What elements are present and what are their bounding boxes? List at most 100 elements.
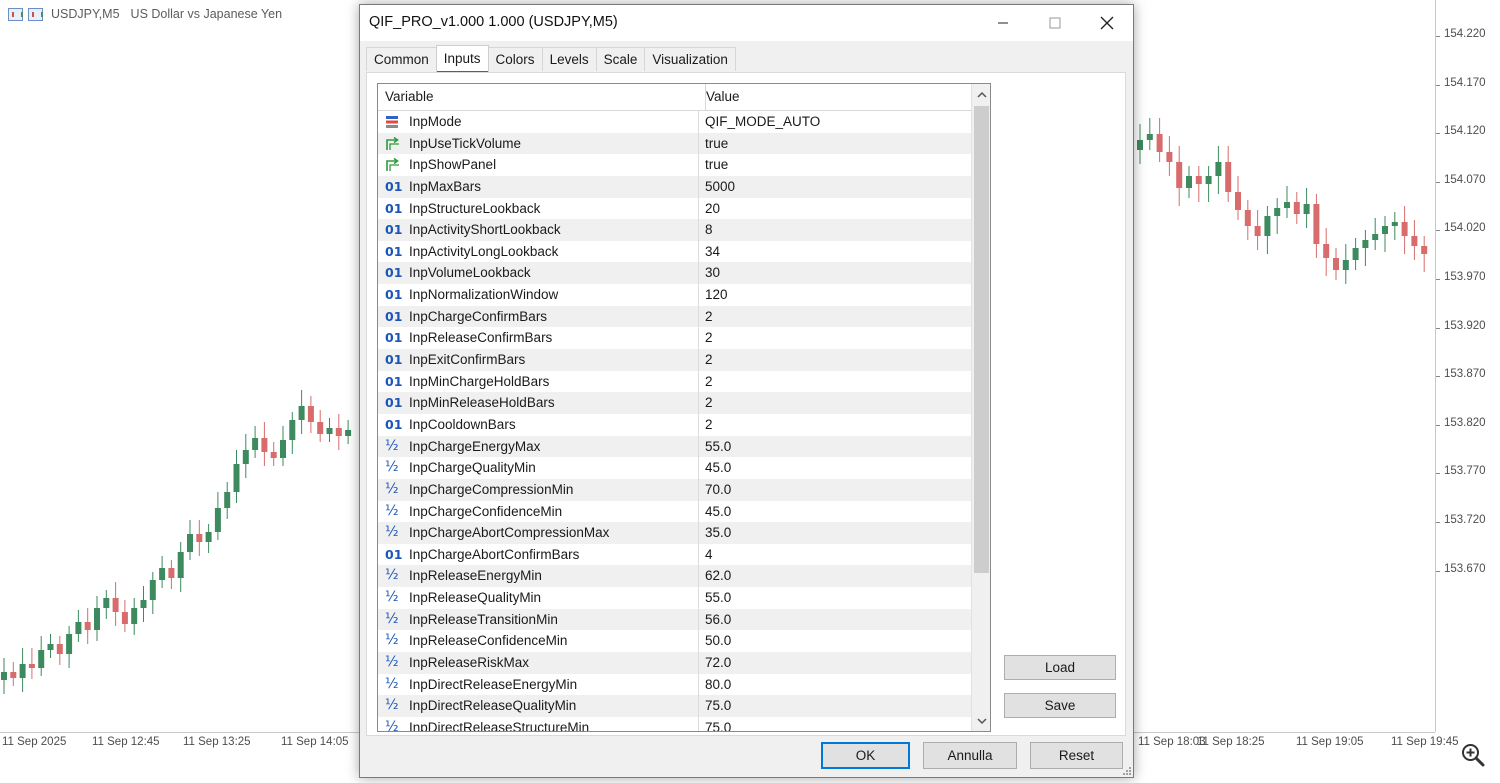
variable-value[interactable]: 45.0 <box>705 457 731 479</box>
table-row[interactable]: 01 InpReleaseConfirmBars 2 <box>378 327 972 350</box>
variable-value[interactable]: 30 <box>705 262 720 284</box>
table-row[interactable]: 01 InpChargeAbortConfirmBars 4 <box>378 543 972 566</box>
variable-value[interactable]: 4 <box>705 544 713 566</box>
variable-value[interactable]: 35.0 <box>705 522 731 544</box>
table-row[interactable]: InpShowPanel true <box>378 154 972 176</box>
tab-colors[interactable]: Colors <box>487 47 543 71</box>
variable-value[interactable]: 55.0 <box>705 436 731 458</box>
variable-value[interactable]: 56.0 <box>705 609 731 631</box>
variable-value[interactable]: 75.0 <box>705 695 731 717</box>
variable-value[interactable]: 2 <box>705 371 713 393</box>
variable-value[interactable]: 62.0 <box>705 565 731 587</box>
minimize-button[interactable] <box>977 5 1029 41</box>
tab-visualization[interactable]: Visualization <box>644 47 736 71</box>
candle <box>326 418 333 442</box>
variable-value[interactable]: 120 <box>705 284 728 306</box>
table-row[interactable]: 01 InpActivityShortLookback 8 <box>378 219 972 241</box>
column-divider <box>698 543 699 566</box>
variable-name: InpUseTickVolume <box>409 135 522 151</box>
variable-name: InpNormalizationWindow <box>409 287 559 303</box>
table-row[interactable]: 01 InpActivityLongLookback 34 <box>378 240 972 263</box>
variable-value[interactable]: 2 <box>705 327 713 349</box>
ok-button[interactable]: OK <box>821 742 910 769</box>
scrollbar-thumb[interactable] <box>974 106 989 573</box>
column-header-value[interactable]: Value <box>699 84 978 110</box>
table-row[interactable]: 01 InpNormalizationWindow 120 <box>378 284 972 306</box>
table-row[interactable]: ½ InpChargeCompressionMin 70.0 <box>378 478 972 501</box>
table-row[interactable]: ½ InpChargeAbortCompressionMax 35.0 <box>378 522 972 544</box>
price-tick <box>1436 230 1440 232</box>
candle <box>1382 216 1388 252</box>
table-row[interactable]: ½ InpReleaseEnergyMin 62.0 <box>378 565 972 588</box>
variable-value[interactable]: QIF_MODE_AUTO <box>705 111 820 133</box>
chart-window-icon <box>28 7 43 21</box>
variable-value[interactable]: 34 <box>705 241 720 263</box>
table-row[interactable]: ½ InpChargeConfidenceMin 45.0 <box>378 500 972 523</box>
variable-value[interactable]: 75.0 <box>705 717 731 731</box>
load-button[interactable]: Load <box>1004 655 1116 680</box>
table-row[interactable]: ½ InpDirectReleaseQualityMin 75.0 <box>378 695 972 717</box>
table-row[interactable]: ½ InpReleaseTransitionMin 56.0 <box>378 608 972 631</box>
integer-type-icon: 01 <box>385 287 403 303</box>
table-row[interactable]: InpUseTickVolume true <box>378 132 972 155</box>
dialog-title: QIF_PRO_v1.000 1.000 (USDJPY,M5) <box>369 14 618 30</box>
table-row[interactable]: ½ InpReleaseRiskMax 72.0 <box>378 652 972 674</box>
maximize-button[interactable] <box>1029 5 1081 41</box>
variable-name: InpMode <box>409 114 462 129</box>
variable-value[interactable]: 2 <box>705 392 713 414</box>
column-divider <box>698 305 699 328</box>
candle <box>233 450 240 503</box>
table-row[interactable]: ½ InpDirectReleaseEnergyMin 80.0 <box>378 673 972 696</box>
table-row[interactable]: 01 InpStructureLookback 20 <box>378 197 972 220</box>
scroll-up-arrow-icon[interactable] <box>972 84 990 104</box>
table-row[interactable]: ½ InpChargeQualityMin 45.0 <box>378 457 972 479</box>
candle <box>1176 146 1183 206</box>
table-row[interactable]: 01 InpChargeConfirmBars 2 <box>378 305 972 328</box>
tab-inputs[interactable]: Inputs <box>435 45 489 73</box>
tab-common[interactable]: Common <box>366 47 437 71</box>
variable-value[interactable]: 50.0 <box>705 630 731 652</box>
table-row[interactable]: 01 InpExitConfirmBars 2 <box>378 349 972 371</box>
candle <box>1372 218 1379 250</box>
dialog-titlebar[interactable]: QIF_PRO_v1.000 1.000 (USDJPY,M5) <box>360 5 1133 41</box>
variable-value[interactable]: 55.0 <box>705 587 731 609</box>
variable-value[interactable]: 2 <box>705 414 713 436</box>
resize-grip-icon[interactable] <box>1121 765 1131 775</box>
variable-value[interactable]: true <box>705 154 728 176</box>
table-row[interactable]: 01 InpMaxBars 5000 <box>378 175 972 198</box>
variable-value[interactable]: 72.0 <box>705 652 731 674</box>
column-header-variable[interactable]: Variable <box>378 84 706 110</box>
variable-value[interactable]: 20 <box>705 198 720 220</box>
variable-value[interactable]: 8 <box>705 219 713 241</box>
close-button[interactable] <box>1081 5 1133 41</box>
variable-value[interactable]: 2 <box>705 306 713 328</box>
time-label: 11 Sep 18:03 <box>1138 736 1206 748</box>
table-row[interactable]: 01 InpVolumeLookback 30 <box>378 262 972 285</box>
save-button[interactable]: Save <box>1004 693 1116 718</box>
variable-value[interactable]: 45.0 <box>705 501 731 523</box>
tab-scale[interactable]: Scale <box>595 47 646 71</box>
table-row[interactable]: InpMode QIF_MODE_AUTO <box>378 111 972 133</box>
variable-name: InpChargeAbortCompressionMax <box>409 525 610 541</box>
table-row[interactable]: 01 InpCooldownBars 2 <box>378 413 972 436</box>
table-row[interactable]: ½ InpChargeEnergyMax 55.0 <box>378 435 972 458</box>
variable-value[interactable]: 70.0 <box>705 479 731 501</box>
table-row[interactable]: ½ InpDirectReleaseStructureMin 75.0 <box>378 716 972 731</box>
tab-levels[interactable]: Levels <box>541 47 597 71</box>
variable-value[interactable]: 5000 <box>705 176 735 198</box>
variable-value[interactable]: true <box>705 133 728 155</box>
magnifier-plus-icon[interactable] <box>1460 742 1486 768</box>
price-label: 154.020 <box>1444 222 1486 235</box>
table-row[interactable]: 01 InpMinChargeHoldBars 2 <box>378 370 972 393</box>
price-scale[interactable]: 154.220 154.170 154.120 154.070 154.020 153.9… <box>1435 0 1500 732</box>
table-row[interactable]: ½ InpReleaseQualityMin 55.0 <box>378 587 972 609</box>
table-row[interactable]: 01 InpMinReleaseHoldBars 2 <box>378 392 972 414</box>
table-row[interactable]: ½ InpReleaseConfidenceMin 50.0 <box>378 630 972 653</box>
candle <box>1244 200 1251 240</box>
scroll-down-arrow-icon[interactable] <box>972 711 990 731</box>
variable-value[interactable]: 80.0 <box>705 674 731 696</box>
cancel-button[interactable]: Annulla <box>923 742 1017 769</box>
variable-value[interactable]: 2 <box>705 349 713 371</box>
reset-button[interactable]: Reset <box>1030 742 1123 769</box>
vertical-scrollbar[interactable] <box>971 84 990 731</box>
